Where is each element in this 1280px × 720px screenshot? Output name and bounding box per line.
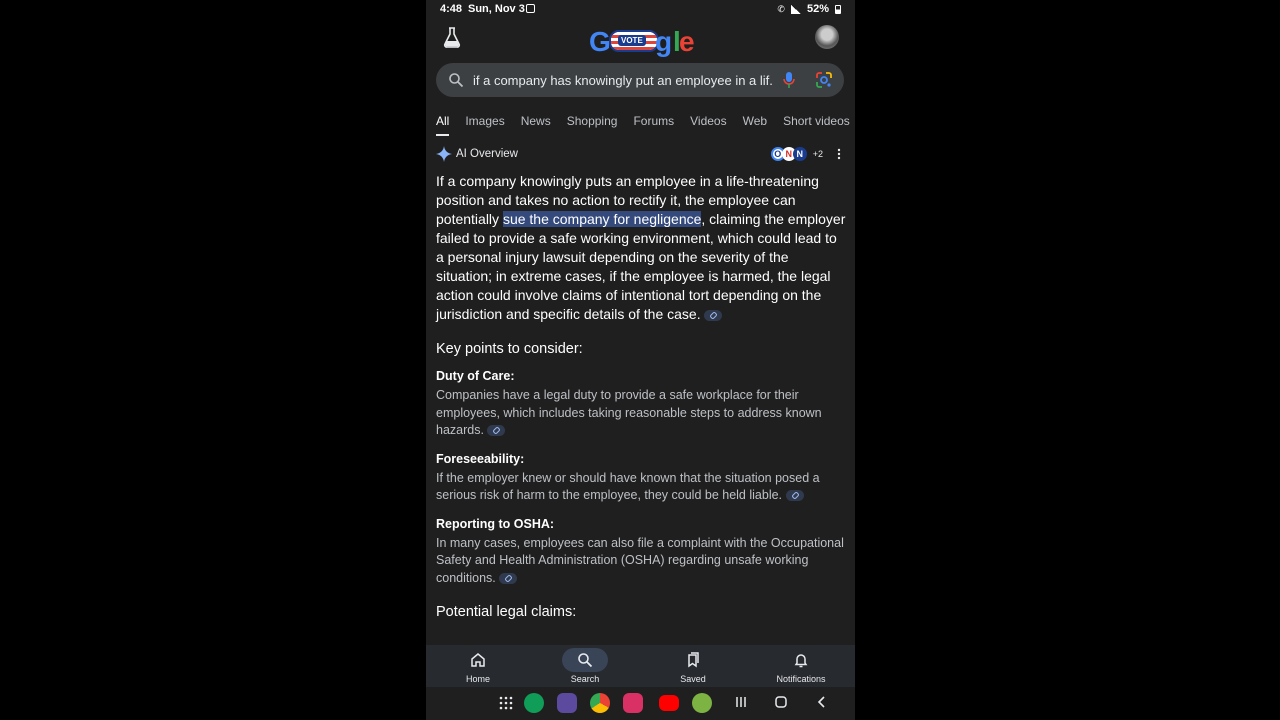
tab-images[interactable]: Images: [465, 114, 504, 136]
key-points-heading: Key points to consider:: [436, 341, 583, 357]
gallery-icon: [526, 4, 535, 13]
tab-news[interactable]: News: [521, 114, 551, 136]
battery-text: 52%: [806, 3, 829, 15]
bottom-navigation: Home Search Saved Notifications: [426, 645, 855, 687]
nav-search[interactable]: Search: [545, 645, 625, 687]
tab-videos[interactable]: Videos: [690, 114, 726, 136]
home-button-icon[interactable]: [775, 696, 787, 708]
search-icon: [578, 653, 593, 668]
search-bar[interactable]: if a company has knowingly put an employ…: [436, 63, 844, 97]
battery-icon: [835, 4, 841, 14]
phone-app-icon[interactable]: [524, 693, 544, 713]
tab-forums[interactable]: Forums: [633, 114, 674, 136]
google-lens-icon[interactable]: [815, 71, 833, 89]
microphone-icon[interactable]: [782, 71, 796, 89]
top-bar: G VOTE g l e: [426, 22, 855, 58]
nav-label: Search: [570, 674, 600, 684]
source-favicons[interactable]: O N N +2: [770, 147, 823, 161]
status-bar: 4:48 Sun, Nov 3 ✆ 52%: [426, 0, 855, 18]
bookmarks-icon: [688, 652, 699, 668]
logo-letter: g: [655, 26, 672, 57]
camera-app-icon[interactable]: [623, 693, 643, 713]
nav-label: Saved: [680, 674, 706, 684]
citation-link-icon[interactable]: [785, 490, 804, 502]
highlighted-phrase[interactable]: sue the company for negligence: [502, 211, 702, 227]
ballot-label: VOTE: [618, 35, 646, 46]
citation-link-icon[interactable]: [487, 425, 506, 437]
legal-claims-heading: Potential legal claims:: [436, 604, 577, 620]
search-query-text[interactable]: if a company has knowingly put an employ…: [473, 73, 773, 88]
back-icon[interactable]: [816, 696, 828, 708]
phone-screen: 4:48 Sun, Nov 3 ✆ 52% G VOTE g l e if a …: [426, 0, 855, 720]
bell-icon: [794, 654, 808, 668]
point-text: Companies have a legal duty to provide a…: [436, 388, 822, 437]
chrome-icon[interactable]: [590, 693, 610, 713]
citation-link-icon[interactable]: [499, 572, 518, 584]
point-title: Reporting to OSHA:: [436, 516, 555, 531]
tab-shopping[interactable]: Shopping: [567, 114, 618, 136]
search-icon: [449, 73, 464, 88]
account-avatar[interactable]: [815, 25, 839, 49]
citation-link-icon[interactable]: [704, 309, 723, 321]
more-vert-icon[interactable]: [837, 148, 841, 160]
labs-flask-icon[interactable]: [442, 26, 462, 48]
source-favicon: N: [792, 147, 807, 161]
wifi-call-icon: ✆: [777, 3, 785, 14]
signal-icon: [790, 4, 801, 14]
tab-short-videos[interactable]: Short videos: [783, 114, 850, 136]
search-tabs: All Images News Shopping Forums Videos W…: [436, 114, 855, 136]
logo-letter: e: [679, 26, 695, 57]
point-text: If the employer knew or should have know…: [436, 470, 820, 503]
ai-overview-header: AI Overview O N N +2: [436, 146, 845, 164]
source-count: +2: [812, 149, 823, 159]
overview-summary: If a company knowingly puts an employee …: [436, 173, 846, 322]
nav-label: Home: [465, 674, 490, 684]
status-date: Sun, Nov 3: [468, 3, 525, 15]
nav-label: Notifications: [776, 674, 826, 684]
vote-ballot-icon: VOTE: [609, 30, 659, 52]
gemini-sparkle-icon: [436, 146, 452, 162]
tab-all[interactable]: All: [436, 114, 450, 136]
home-icon: [471, 653, 485, 667]
nav-notifications[interactable]: Notifications: [761, 645, 841, 687]
status-time: 4:48: [440, 3, 463, 15]
nav-home[interactable]: Home: [438, 645, 518, 687]
ai-overview-label: AI Overview: [456, 148, 518, 160]
tab-web[interactable]: Web: [743, 114, 767, 136]
google-doodle-logo[interactable]: G VOTE g l e: [589, 24, 695, 60]
play-app-icon[interactable]: [692, 693, 712, 713]
android-taskbar: [426, 688, 855, 720]
point-text: In many cases, employees can also file a…: [436, 535, 844, 585]
video-player-app-icon[interactable]: [557, 693, 577, 713]
youtube-icon[interactable]: [659, 695, 679, 711]
nav-saved[interactable]: Saved: [653, 645, 733, 687]
recent-apps-icon[interactable]: [735, 696, 747, 708]
app-drawer-icon[interactable]: [499, 696, 513, 710]
logo-letter: G: [589, 26, 611, 57]
ai-overview-body: If a company knowingly puts an employee …: [436, 172, 846, 620]
point-title: Duty of Care:: [436, 369, 515, 383]
point-title: Foreseeability:: [436, 451, 525, 466]
